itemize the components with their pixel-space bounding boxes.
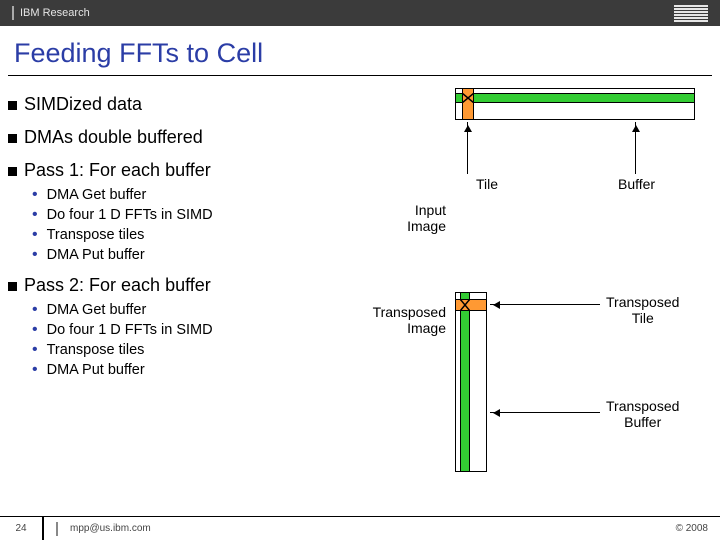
dot-bullet-icon: • (32, 322, 38, 338)
bullet-2: DMAs double buffered (8, 127, 380, 148)
buffer-label: Buffer (618, 176, 655, 192)
subitem: • Do four 1 D FFTs in SIMD (32, 207, 380, 223)
tile-cross-icon (462, 93, 474, 103)
dot-bullet-icon: • (32, 302, 38, 318)
input-image-diagram (455, 88, 695, 120)
bullet-4: Pass 2: For each buffer (8, 275, 380, 296)
square-bullet-icon (8, 101, 17, 110)
square-bullet-icon (8, 167, 17, 176)
bullet-text: Pass 1: For each buffer (24, 160, 211, 181)
header-left: IBM Research (12, 6, 90, 20)
bullet-3: Pass 1: For each buffer (8, 160, 380, 181)
subitem-text: DMA Get buffer (47, 302, 147, 318)
transposed-buffer-arrow-icon (490, 412, 600, 413)
buffer-arrow-icon (635, 122, 636, 174)
header-brand: IBM Research (20, 7, 90, 19)
bullet-1: SIMDized data (8, 94, 380, 115)
transposed-buffer-label: Transposed Buffer (606, 398, 679, 430)
tile-label: Tile (476, 176, 498, 192)
bullet-column: SIMDized data DMAs double buffered Pass … (8, 82, 380, 388)
sublist-1: • DMA Get buffer • Do four 1 D FFTs in SIM… (32, 187, 380, 263)
footer-bar: 24 mpp@us.ibm.com © 2008 (0, 516, 720, 540)
ibm-logo-icon (674, 5, 708, 22)
bullet-text: Pass 2: For each buffer (24, 275, 211, 296)
buffer-stripe (456, 93, 694, 103)
subitem-text: DMA Put buffer (47, 362, 145, 378)
subitem-text: DMA Get buffer (47, 187, 147, 203)
dot-bullet-icon: • (32, 227, 38, 243)
dot-bullet-icon: • (32, 247, 38, 263)
subitem-text: Transpose tiles (47, 227, 145, 243)
tile-arrow-icon (467, 122, 468, 174)
subitem-text: Do four 1 D FFTs in SIMD (47, 207, 213, 223)
subitem: • DMA Get buffer (32, 302, 380, 318)
tile-cross-icon (460, 299, 470, 311)
subitem: • Do four 1 D FFTs in SIMD (32, 322, 380, 338)
footer-vbar (56, 522, 58, 536)
subitem: • DMA Put buffer (32, 362, 380, 378)
header-bar: IBM Research (0, 0, 720, 26)
square-bullet-icon (8, 134, 17, 143)
subitem: • Transpose tiles (32, 342, 380, 358)
square-bullet-icon (8, 282, 17, 291)
content-area: SIMDized data DMAs double buffered Pass … (0, 76, 720, 388)
sublist-2: • DMA Get buffer • Do four 1 D FFTs in SIM… (32, 302, 380, 378)
header-vbar (12, 6, 14, 20)
transposed-tile-label: Transposed Tile (606, 294, 679, 326)
subitem: • Transpose tiles (32, 227, 380, 243)
dot-bullet-icon: • (32, 187, 38, 203)
footer-mail: mpp@us.ibm.com (70, 523, 151, 534)
transposed-image-diagram (455, 292, 487, 472)
page-number: 24 (0, 517, 44, 540)
subitem: • DMA Get buffer (32, 187, 380, 203)
input-image-label: Input Image (400, 202, 446, 234)
subitem-text: Transpose tiles (47, 342, 145, 358)
dot-bullet-icon: • (32, 207, 38, 223)
bullet-text: SIMDized data (24, 94, 142, 115)
transposed-buffer-stripe (460, 293, 470, 471)
subitem-text: DMA Put buffer (47, 247, 145, 263)
transposed-image-label: Transposed Image (362, 304, 446, 336)
slide-title: Feeding FFTs to Cell (0, 26, 720, 75)
dot-bullet-icon: • (32, 362, 38, 378)
bullet-text: DMAs double buffered (24, 127, 203, 148)
subitem-text: Do four 1 D FFTs in SIMD (47, 322, 213, 338)
footer-copyright: © 2008 (676, 523, 708, 534)
subitem: • DMA Put buffer (32, 247, 380, 263)
diagram-column: Tile Buffer Input Image Transposed Image… (380, 82, 710, 388)
dot-bullet-icon: • (32, 342, 38, 358)
transposed-tile-arrow-icon (490, 304, 600, 305)
